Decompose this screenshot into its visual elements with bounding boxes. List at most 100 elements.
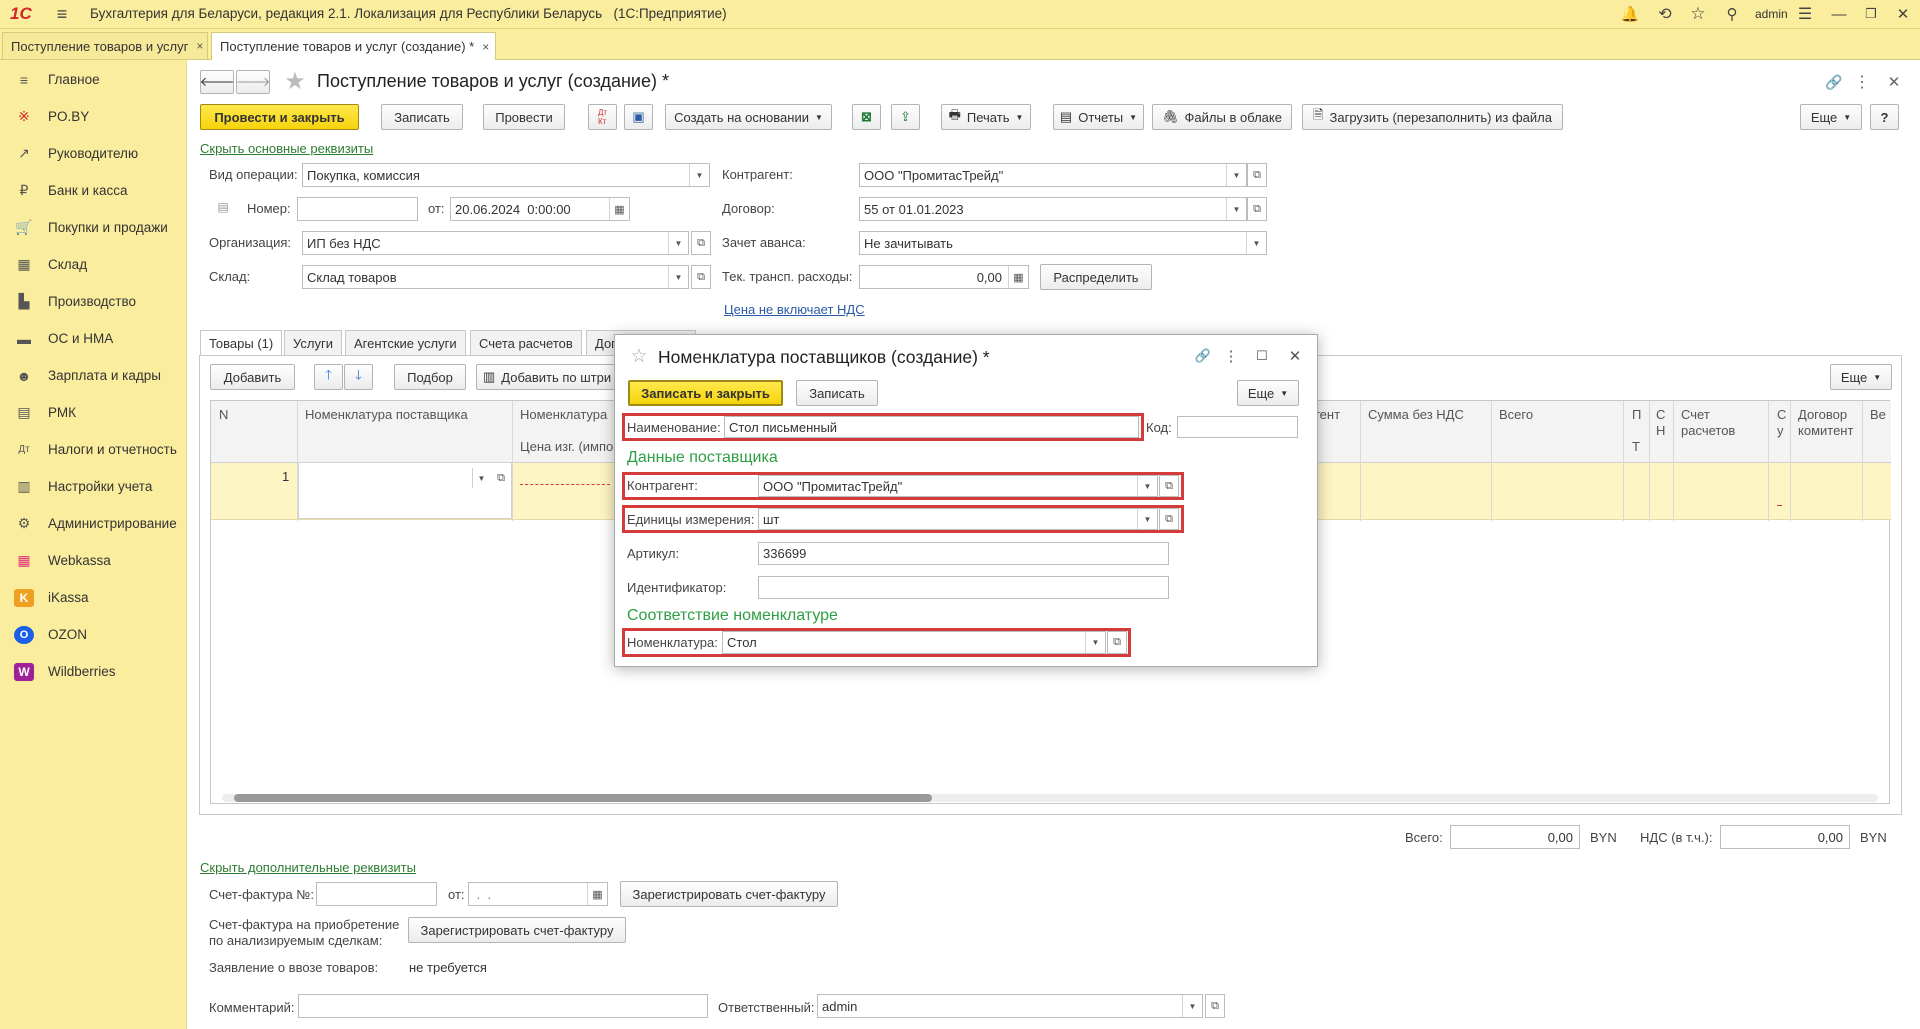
minimize-icon[interactable]: —: [1829, 4, 1849, 24]
calendar-icon[interactable]: ▦: [587, 883, 607, 905]
more-button[interactable]: Еще ▼: [1800, 104, 1862, 130]
save-and-close-button[interactable]: Записать и закрыть: [628, 380, 783, 406]
tab-settlement-accounts[interactable]: Счета расчетов: [470, 330, 582, 356]
open-icon[interactable]: ⧉: [492, 468, 510, 488]
export-button[interactable]: ⇪: [891, 104, 920, 130]
sidebar-item-ozon[interactable]: O OZON: [0, 616, 187, 653]
chevron-down-icon[interactable]: ▼: [1137, 509, 1157, 529]
chevron-down-icon[interactable]: ▼: [472, 468, 490, 488]
excel-button[interactable]: ⊠: [852, 104, 881, 130]
transport-costs-input[interactable]: 0,00 ▦: [859, 265, 1029, 289]
menu-icon[interactable]: ≡: [52, 4, 72, 24]
sidebar-item-rmk[interactable]: ▤ РМК: [0, 394, 187, 431]
column-weight[interactable]: Ве: [1870, 407, 1886, 422]
search-icon[interactable]: ⚲: [1722, 4, 1742, 24]
dialog-item-select[interactable]: Стол ▼: [722, 631, 1106, 654]
bell-icon[interactable]: 🔔: [1620, 4, 1640, 24]
chevron-down-icon[interactable]: ▼: [689, 164, 709, 186]
more-vertical-icon[interactable]: ⋮: [1854, 72, 1870, 92]
forward-button[interactable]: 🡒: [236, 70, 270, 94]
tab-services[interactable]: Услуги: [284, 330, 342, 356]
sidebar-item-webkassa[interactable]: ▦ Webkassa: [0, 542, 187, 579]
article-input[interactable]: 336699: [758, 542, 1169, 565]
identifier-input[interactable]: [758, 576, 1169, 599]
operation-select[interactable]: Покупка, комиссия ▼: [302, 163, 710, 187]
cloud-files-button[interactable]: 🖇 Файлы в облаке: [1152, 104, 1292, 130]
calendar-icon[interactable]: ▦: [609, 198, 629, 220]
add-by-barcode-button[interactable]: ▥ Добавить по штри: [476, 364, 621, 390]
sidebar-item-fixed-assets[interactable]: ▬ ОС и НМА: [0, 320, 187, 357]
column-total[interactable]: Всего: [1499, 407, 1533, 422]
column-t[interactable]: Т: [1632, 439, 1640, 454]
back-button[interactable]: 🡐: [200, 70, 234, 94]
favorite-star-icon[interactable]: ☆: [629, 346, 649, 367]
tab-receipt-new[interactable]: Поступление товаров и услуг (создание) *…: [211, 32, 496, 60]
dialog-counterparty-select[interactable]: ООО "ПромитасТрейд" ▼: [758, 475, 1158, 497]
open-warehouse-button[interactable]: ⧉: [691, 265, 711, 289]
tab-agent-services[interactable]: Агентские услуги: [345, 330, 466, 356]
help-button[interactable]: ?: [1870, 104, 1899, 130]
unit-select[interactable]: шт ▼: [758, 508, 1158, 530]
chevron-down-icon[interactable]: ▼: [668, 232, 688, 254]
column-n[interactable]: N: [219, 407, 228, 422]
chevron-down-icon[interactable]: ▼: [1246, 232, 1266, 254]
history-icon[interactable]: ⟲: [1655, 4, 1675, 24]
restore-icon[interactable]: ❐: [1861, 4, 1881, 24]
sidebar-item-manager[interactable]: ↗ Руководителю: [0, 135, 187, 172]
sidebar-item-main[interactable]: ≡ Главное: [0, 61, 187, 98]
scrollbar-thumb[interactable]: [234, 794, 932, 802]
column-commitent-contract-sub[interactable]: комитент: [1798, 423, 1853, 438]
maximize-icon[interactable]: ☐: [1252, 346, 1272, 366]
invoice-date-input[interactable]: . . ▦: [468, 882, 608, 906]
post-and-close-button[interactable]: Провести и закрыть: [200, 104, 359, 130]
dt-kt-button[interactable]: Дт Кт: [588, 104, 617, 130]
chevron-down-icon[interactable]: ▼: [1182, 995, 1202, 1017]
user-name[interactable]: admin: [1755, 7, 1788, 21]
close-dialog-icon[interactable]: ✕: [1285, 346, 1305, 366]
register-purchase-invoice-button[interactable]: Зарегистрировать счет-фактуру: [408, 917, 626, 943]
column-account-sub[interactable]: расчетов: [1681, 423, 1735, 438]
column-sn-top[interactable]: С: [1656, 407, 1665, 422]
favorite-star-icon[interactable]: ★: [282, 68, 308, 95]
sidebar-item-wildberries[interactable]: W Wildberries: [0, 653, 187, 690]
chevron-down-icon[interactable]: ▼: [1137, 476, 1157, 496]
sidebar-item-poby[interactable]: ※ PO.BY: [0, 98, 187, 135]
link-icon[interactable]: 🔗: [1193, 346, 1213, 366]
name-input[interactable]: Стол письменный: [724, 416, 1139, 438]
sidebar-item-payroll[interactable]: ☻ Зарплата и кадры: [0, 357, 187, 394]
chevron-down-icon[interactable]: ▼: [1226, 164, 1246, 186]
add-row-button[interactable]: Добавить: [210, 364, 295, 390]
column-commitent-contract[interactable]: Договор: [1798, 407, 1847, 422]
warehouse-select[interactable]: Склад товаров ▼: [302, 265, 689, 289]
sidebar-item-warehouse[interactable]: ▦ Склад: [0, 246, 187, 283]
open-counterparty-button[interactable]: ⧉: [1247, 163, 1267, 187]
distribute-button[interactable]: Распределить: [1040, 264, 1152, 290]
organization-select[interactable]: ИП без НДС ▼: [302, 231, 689, 255]
structure-button[interactable]: ▣: [624, 104, 653, 130]
column-account[interactable]: Счет: [1681, 407, 1710, 422]
close-icon[interactable]: ×: [482, 40, 489, 54]
dialog-save-button[interactable]: Записать: [796, 380, 878, 406]
advance-select[interactable]: Не зачитывать ▼: [859, 231, 1267, 255]
tab-receipts-list[interactable]: Поступление товаров и услуг ×: [2, 32, 208, 59]
open-contract-button[interactable]: ⧉: [1247, 197, 1267, 221]
open-counterparty-button[interactable]: ⧉: [1159, 475, 1179, 497]
sidebar-item-production[interactable]: ▙ Производство: [0, 283, 187, 320]
save-button[interactable]: Записать: [381, 104, 463, 130]
price-without-vat-link[interactable]: Цена не включает НДС: [724, 302, 865, 317]
register-invoice-button[interactable]: Зарегистрировать счет-фактуру: [620, 881, 838, 907]
invoice-number-input[interactable]: [316, 882, 437, 906]
settings-menu-icon[interactable]: ☰: [1795, 4, 1815, 24]
date-input[interactable]: 20.06.2024 0:00:00 ▦: [450, 197, 630, 221]
more-vertical-icon[interactable]: ⋮: [1224, 346, 1239, 366]
sidebar-item-bank[interactable]: ₽ Банк и касса: [0, 172, 187, 209]
sidebar-item-purchases-sales[interactable]: 🛒 Покупки и продажи: [0, 209, 187, 246]
open-responsible-button[interactable]: ⧉: [1205, 994, 1225, 1018]
counterparty-select[interactable]: ООО "ПромитасТрейд" ▼: [859, 163, 1247, 187]
horizontal-scrollbar[interactable]: [222, 794, 1878, 802]
sidebar-item-accounting-settings[interactable]: ▥ Настройки учета: [0, 468, 187, 505]
link-icon[interactable]: 🔗: [1824, 72, 1844, 92]
load-from-file-button[interactable]: 🗎 Загрузить (перезаполнить) из файла: [1302, 104, 1563, 130]
dialog-more-button[interactable]: Еще ▼: [1237, 380, 1299, 406]
open-item-button[interactable]: ⧉: [1107, 631, 1127, 654]
